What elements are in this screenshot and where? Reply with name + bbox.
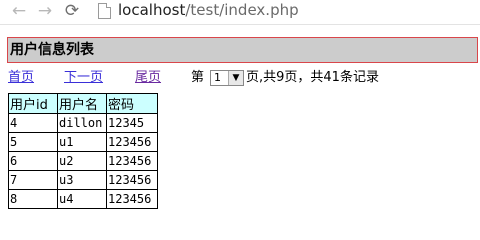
table-row: 6 u2 123456 <box>8 151 158 171</box>
last-page-link[interactable]: 尾页 <box>135 68 161 88</box>
cell-username: u2 <box>57 151 107 171</box>
header-user-id: 用户id <box>8 93 58 114</box>
page-document-icon <box>98 3 111 19</box>
table-row: 8 u4 123456 <box>8 189 158 209</box>
table-row: 7 u3 123456 <box>8 170 158 190</box>
table-row: 5 u1 123456 <box>8 132 158 152</box>
user-table: 用户id 用户名 密码 4 dillon 12345 5 u1 123456 6… <box>8 93 158 209</box>
cell-user-id: 4 <box>8 113 58 133</box>
address-path: /test/index.php <box>185 1 299 19</box>
cell-password: 123456 <box>106 151 158 171</box>
page-summary-text: 页,共9页，共41条记录 <box>246 70 379 85</box>
cell-password: 123456 <box>106 189 158 209</box>
reload-icon[interactable]: ⟳ <box>62 0 82 22</box>
header-password: 密码 <box>106 93 158 114</box>
cell-username: dillon <box>57 113 107 133</box>
cell-user-id: 6 <box>8 151 58 171</box>
cell-username: u3 <box>57 170 107 190</box>
cell-password: 12345 <box>106 113 158 133</box>
next-page-link[interactable]: 下一页 <box>64 68 103 88</box>
forward-arrow-icon[interactable]: → <box>35 0 55 22</box>
page-prefix-text: 第 <box>191 70 205 85</box>
page-select-value: 1 <box>214 71 221 84</box>
table-row: 4 dillon 12345 <box>8 113 158 133</box>
cell-user-id: 8 <box>8 189 58 209</box>
first-page-link[interactable]: 首页 <box>8 68 34 88</box>
page-title-bar: 用户信息列表 <box>7 37 478 63</box>
back-arrow-icon[interactable]: ← <box>9 0 29 22</box>
page-select[interactable]: 1 ▼ <box>210 70 244 86</box>
cell-password: 123456 <box>106 170 158 190</box>
cell-username: u4 <box>57 189 107 209</box>
page-title: 用户信息列表 <box>10 42 94 58</box>
cell-username: u1 <box>57 132 107 152</box>
header-username: 用户名 <box>57 93 107 114</box>
address-host: localhost <box>118 1 186 19</box>
cell-user-id: 5 <box>8 132 58 152</box>
address-bar[interactable]: localhost/test/index.php <box>118 0 299 22</box>
browser-toolbar: ← → ⟳ localhost/test/index.php <box>0 0 480 25</box>
cell-password: 123456 <box>106 132 158 152</box>
dropdown-arrow-icon[interactable]: ▼ <box>228 71 243 85</box>
table-header-row: 用户id 用户名 密码 <box>8 93 158 114</box>
cell-user-id: 7 <box>8 170 58 190</box>
